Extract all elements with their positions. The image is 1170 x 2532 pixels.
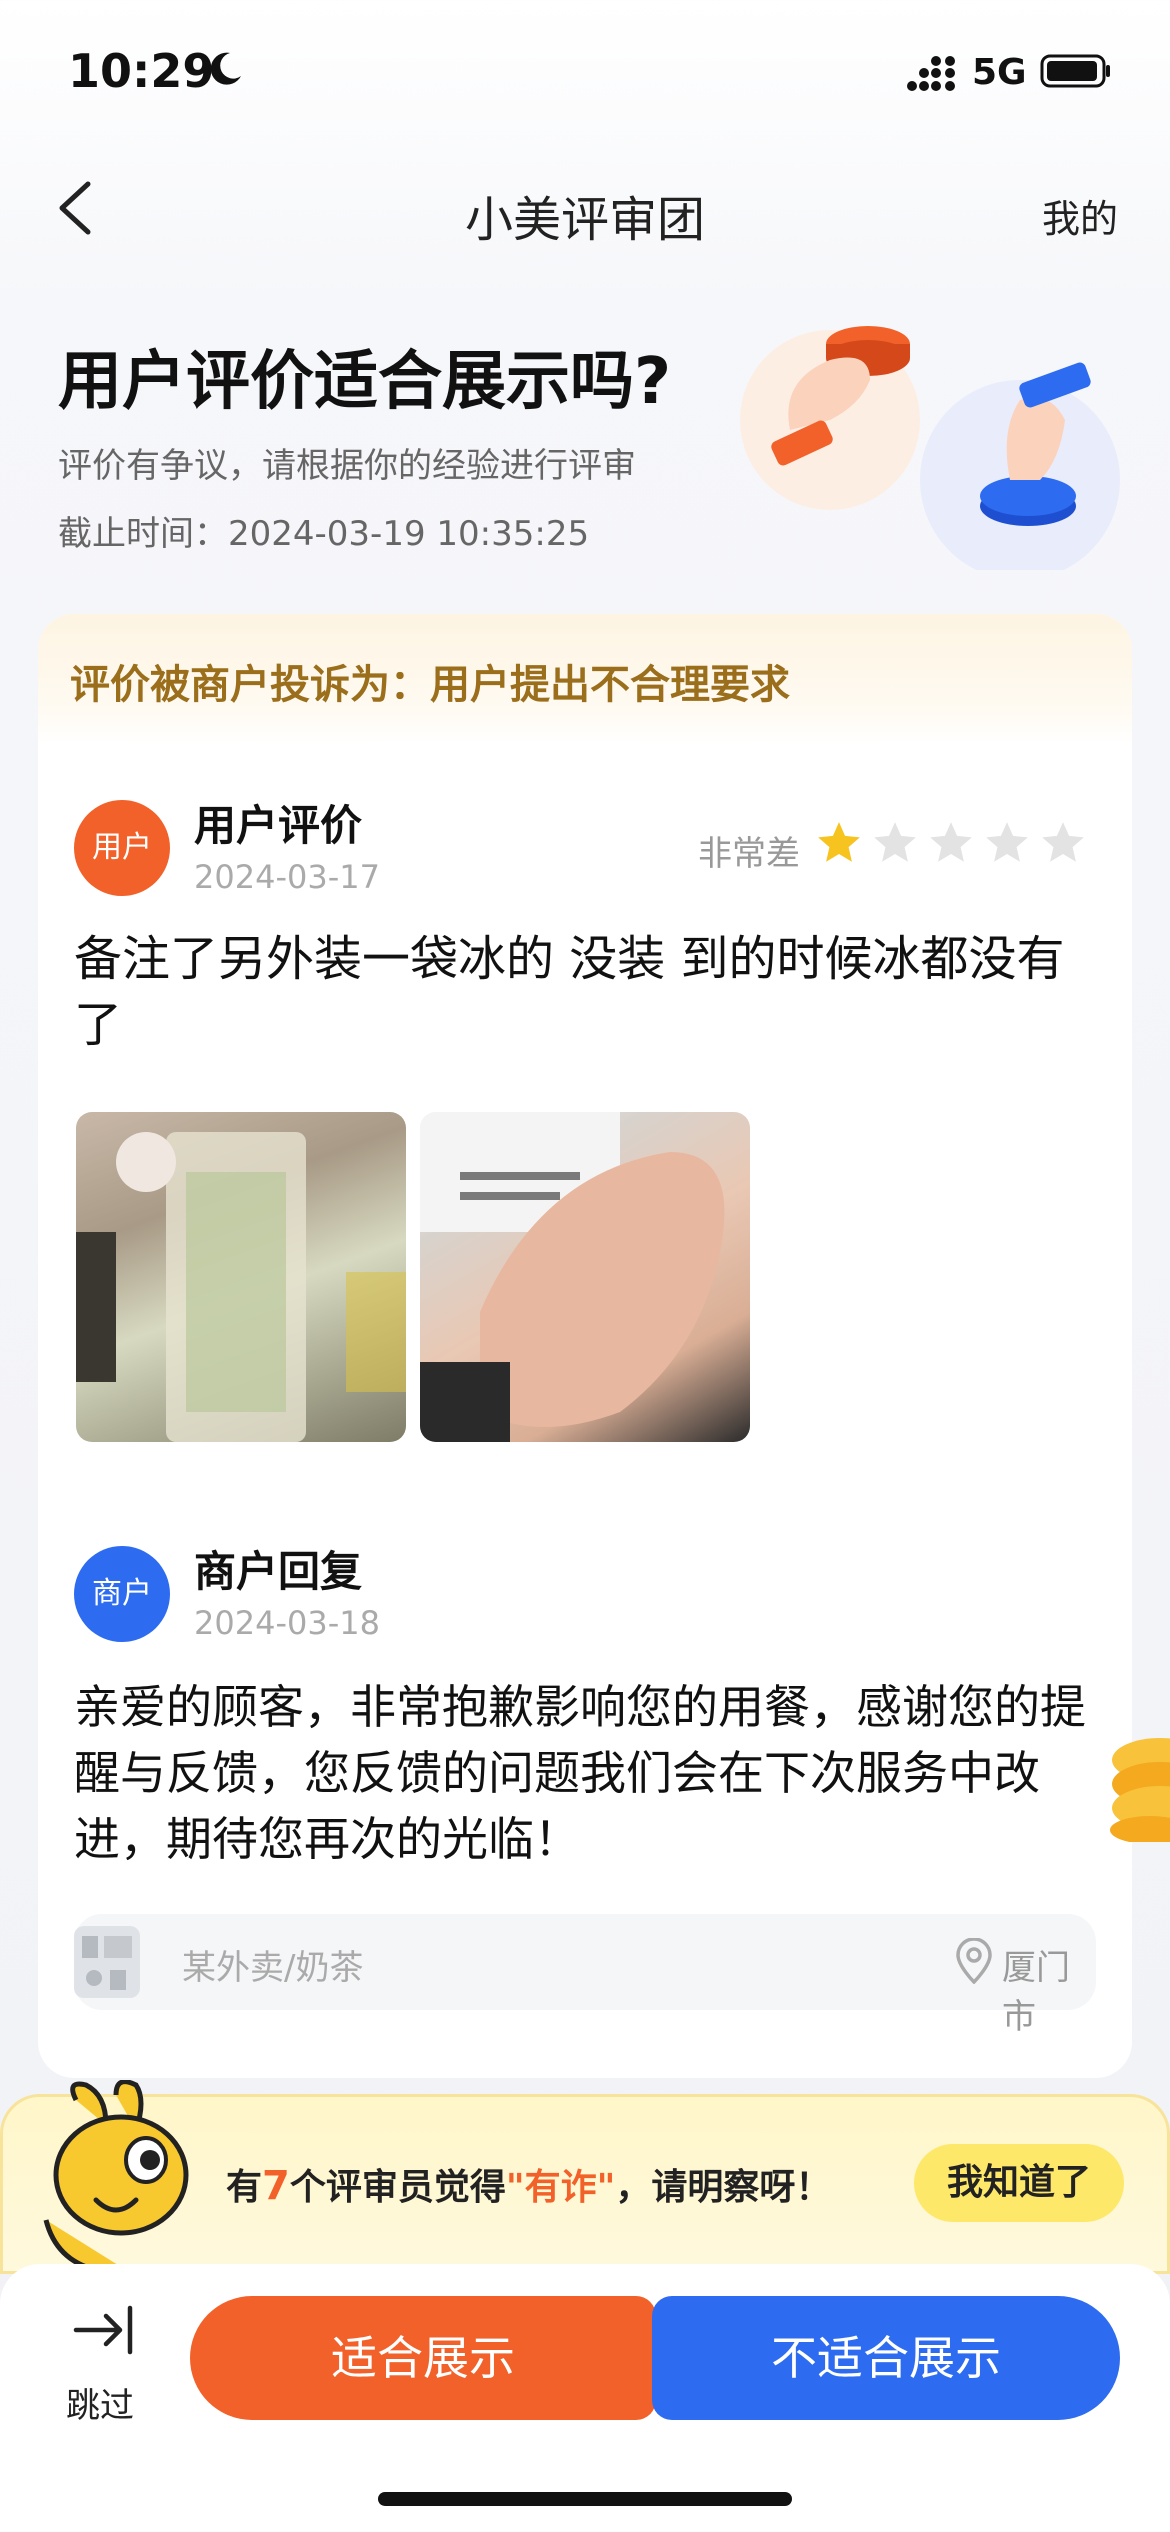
store-info[interactable]: 某外卖/奶茶 厦门市 <box>74 1914 1096 2037</box>
star-empty-icon <box>986 822 1028 862</box>
merchant-reply-date: 2024-03-18 <box>194 1604 380 1642</box>
status-time: 10:29 <box>68 44 215 98</box>
rating-stars <box>814 818 1094 874</box>
reviewer-count: 7 <box>262 2163 290 2209</box>
merchant-reply-title: 商户回复 <box>194 1547 363 1596</box>
skip-icon[interactable] <box>72 2302 138 2358</box>
moon-icon <box>210 52 241 85</box>
home-indicator <box>378 2492 792 2506</box>
skip-button[interactable]: 跳过 <box>66 2378 134 2427</box>
status-bar: 10:29 5G <box>0 0 1170 140</box>
complaint-bar: 评价被商户投诉为：用户提出不合理要求 <box>38 614 1132 744</box>
kangaroo-mascot-icon <box>43 2080 189 2273</box>
deadline-value: 2024-03-19 10:35:25 <box>228 514 590 554</box>
store-city: 厦门市 <box>1002 1948 1070 2037</box>
user-review-title: 用户评价 <box>194 801 363 850</box>
user-review-text: 备注了另外装一袋冰的 没装 到的时候冰都没有了 <box>74 931 1065 1053</box>
suitable-button[interactable]: 适合展示 <box>190 2296 656 2420</box>
merchant-avatar: 商户 <box>74 1546 170 1642</box>
got-it-button[interactable]: 我知道了 <box>914 2144 1124 2222</box>
tip-middle: 个评审员觉得 <box>289 2167 506 2208</box>
star-empty-icon <box>874 822 916 862</box>
location-pin-icon <box>956 1938 992 1984</box>
deadline: 截止时间：2024-03-19 10:35:25 <box>58 506 589 555</box>
tip-prefix: 有 <box>226 2167 263 2208</box>
user-review-date: 2024-03-17 <box>194 858 380 896</box>
store-name: 某外卖/奶茶 <box>182 1948 364 1988</box>
merchant-reply-text: 亲爱的顾客，非常抱歉影响您的用餐，感谢您的提醒与反馈，您反馈的问题我们会在下次服… <box>74 1680 1086 1866</box>
unsuitable-button[interactable]: 不适合展示 <box>652 2296 1120 2420</box>
tip-suffix: ，请明察呀！ <box>615 2167 832 2208</box>
mine-link[interactable]: 我的 <box>1042 188 1118 243</box>
user-avatar: 用户 <box>74 800 170 896</box>
nav-bar: 小美评审团 我的 <box>0 160 1170 260</box>
page-title: 小美评审团 <box>464 192 705 248</box>
complaint-text: 评价被商户投诉为：用户提出不合理要求 <box>70 662 790 708</box>
hero-title: 用户评价适合展示吗? <box>58 345 672 419</box>
hands-buttons-illustration <box>740 326 1120 570</box>
battery-icon <box>1040 54 1110 88</box>
store-icon <box>74 1926 140 1998</box>
star-empty-icon <box>930 822 972 862</box>
deadline-label: 截止时间： <box>58 514 228 554</box>
coin-stack-icon[interactable] <box>1090 1732 1170 1842</box>
review-photo[interactable] <box>76 1112 406 1442</box>
hero-subtitle: 评价有争议，请根据你的经验进行评审 <box>58 446 636 486</box>
rating-label: 非常差 <box>698 834 800 874</box>
signal-icon <box>907 56 955 91</box>
review-card: 评价被商户投诉为：用户提出不合理要求 用户 用户评价 2024-03-17 非常… <box>38 614 1132 2078</box>
tip-quote: "有诈" <box>505 2167 616 2208</box>
tip-text: 有7个评审员觉得"有诈"，请明察呀！ <box>226 2158 831 2210</box>
network-type: 5G <box>972 52 1027 93</box>
review-photo[interactable] <box>420 1112 750 1442</box>
star-filled-icon <box>818 822 860 862</box>
star-empty-icon <box>1042 822 1084 862</box>
